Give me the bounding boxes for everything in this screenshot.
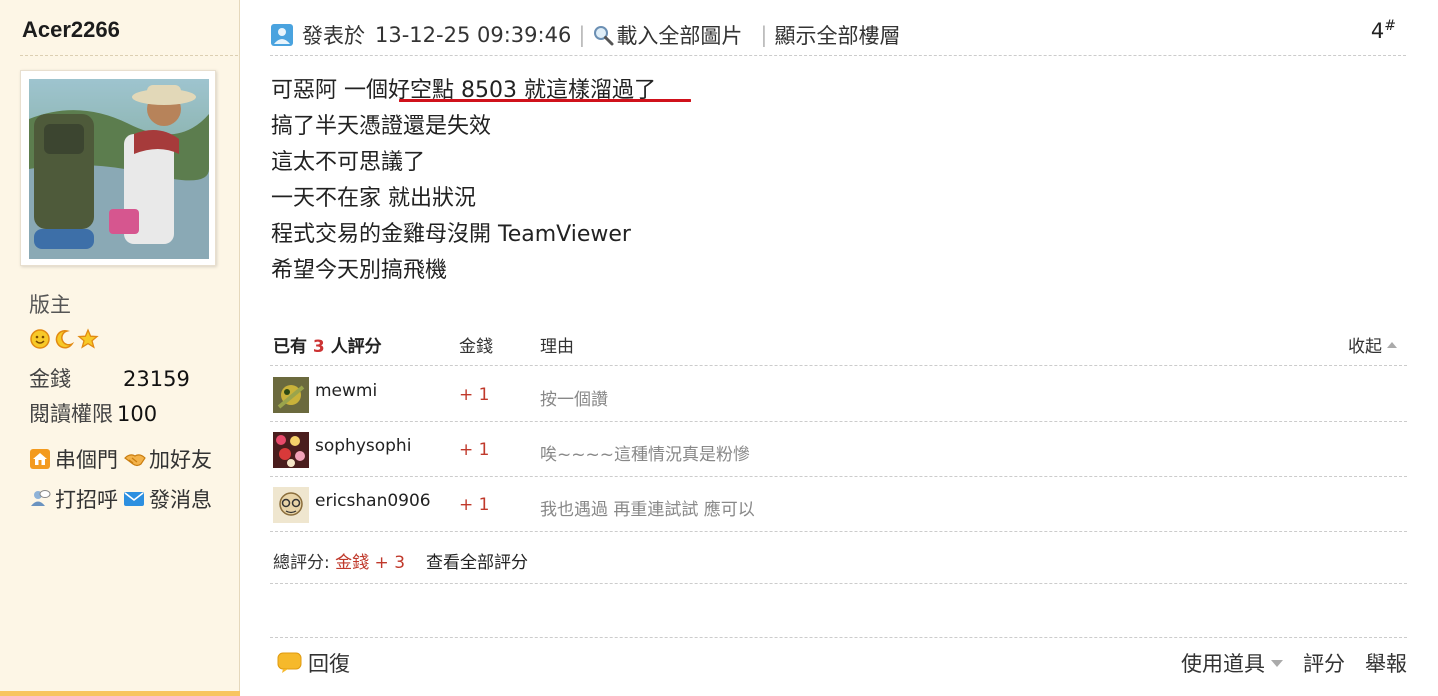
rating-count: 3 xyxy=(312,337,325,357)
posted-label: 發表於 xyxy=(302,24,365,48)
divider xyxy=(20,55,238,56)
post-header: 發表於 13-12-25 09:39:46 | 載入全部圖片 | 顯示全部樓層 xyxy=(270,16,1406,54)
money-label: 金錢 xyxy=(29,367,71,391)
floor-value: 4 xyxy=(1370,19,1385,43)
online-user-icon xyxy=(271,24,293,46)
load-all-images-link[interactable]: 載入全部圖片 xyxy=(592,20,742,50)
total-rating: 總評分: 金錢 + 3 xyxy=(273,548,405,573)
rating-total: 總評分: 金錢 + 3 查看全部評分 xyxy=(270,531,1407,584)
caret-up-icon xyxy=(1387,341,1397,348)
reply-label: 回復 xyxy=(308,652,350,676)
read-permission-stat: 閱讀權限 100 xyxy=(29,398,157,428)
post-line: 這太不可思議了 xyxy=(271,150,426,175)
author-rank: 版主 xyxy=(29,293,71,317)
total-label: 總評分: xyxy=(273,553,330,573)
collapse-label: 收起 xyxy=(1348,337,1382,357)
speech-bubble-icon xyxy=(277,652,302,673)
total-money-label: 金錢 xyxy=(335,553,370,573)
header-separator: | xyxy=(578,23,586,47)
post-line: 可惡阿 一個好空點 8503 就這樣溜過了 xyxy=(271,78,656,103)
report-button[interactable]: 舉報 xyxy=(1365,648,1407,678)
add-friend-label: 加好友 xyxy=(149,448,212,472)
col-money-header: 金錢 xyxy=(459,337,493,357)
read-permission-label: 閱讀權限 xyxy=(29,402,113,426)
rating-reason: 唉~~~~這種情況真是粉慘 xyxy=(540,445,750,465)
envelope-icon xyxy=(123,488,145,510)
floor-number[interactable]: 4# xyxy=(1371,18,1396,43)
rating-points: + 1 xyxy=(459,385,490,405)
reply-button[interactable]: 回復 xyxy=(277,648,350,678)
rating-count-label: 已有 3 人評分 xyxy=(273,337,382,357)
read-permission-value: 100 xyxy=(117,402,158,426)
greet-button[interactable]: 打招呼 xyxy=(29,484,118,514)
floor-mark: # xyxy=(1384,18,1396,34)
money-value: 23159 xyxy=(123,367,190,391)
report-label: 舉報 xyxy=(1365,652,1407,676)
rating-row: sophysophi + 1 唉~~~~這種情況真是粉慘 xyxy=(270,422,1407,477)
divider xyxy=(270,637,1407,638)
rating-points: + 1 xyxy=(459,440,490,460)
home-icon xyxy=(29,448,51,470)
rating-points: + 1 xyxy=(459,495,490,515)
rater-name[interactable]: ericshan0906 xyxy=(315,491,431,511)
avatar-photo xyxy=(29,79,209,259)
use-item-dropdown[interactable]: 使用道具 xyxy=(1181,648,1283,678)
smile-icon xyxy=(29,328,51,350)
send-message-button[interactable]: 發消息 xyxy=(123,484,212,514)
forum-post: Acer2266 版主 金錢 23159 閱讀權限 100 串個門 加好友 打招… xyxy=(0,0,1438,696)
header-separator: | xyxy=(760,23,768,47)
rating-row: mewmi + 1 按一個讚 xyxy=(270,367,1407,422)
greet-label: 打招呼 xyxy=(55,488,118,512)
red-underline-annotation xyxy=(399,99,691,102)
rater-name[interactable]: sophysophi xyxy=(315,436,411,456)
post-content: 可惡阿 一個好空點 8503 就這樣溜過了 搞了半天憑證還是失效 這太不可思議了… xyxy=(271,73,656,289)
handshake-icon xyxy=(123,448,146,470)
col-reason-header: 理由 xyxy=(540,337,574,357)
posted-time: 13-12-25 09:39:46 xyxy=(375,23,572,47)
rater-avatar[interactable] xyxy=(273,377,309,413)
rating-row: ericshan0906 + 1 我也遇過 再重連試試 應可以 xyxy=(270,477,1407,532)
money-stat: 金錢 23159 xyxy=(29,363,190,393)
rater-avatar[interactable] xyxy=(273,487,309,523)
load-all-images-label: 載入全部圖片 xyxy=(616,24,743,48)
use-item-label: 使用道具 xyxy=(1181,652,1265,676)
rate-button[interactable]: 評分 xyxy=(1303,648,1345,678)
rater-avatar[interactable] xyxy=(273,432,309,468)
post-line: 一天不在家 就出狀況 xyxy=(271,186,476,211)
rating-reason: 我也遇過 再重連試試 應可以 xyxy=(540,500,755,520)
rank-icons xyxy=(29,328,99,350)
author-sidebar: Acer2266 版主 金錢 23159 閱讀權限 100 串個門 加好友 打招… xyxy=(0,0,240,696)
people-chat-icon xyxy=(29,488,51,510)
visit-label: 串個門 xyxy=(55,448,118,472)
collapse-ratings-button[interactable]: 收起 xyxy=(1348,332,1397,357)
author-avatar[interactable] xyxy=(20,70,216,266)
magnifier-icon xyxy=(594,26,614,46)
post-line: 希望今天別搞飛機 xyxy=(271,258,448,283)
moon-icon xyxy=(53,328,75,350)
post-line: 程式交易的金雞母沒開 TeamViewer xyxy=(271,222,631,247)
visit-button[interactable]: 串個門 xyxy=(29,444,118,474)
add-friend-button[interactable]: 加好友 xyxy=(123,444,212,474)
star-icon xyxy=(77,328,99,350)
author-username[interactable]: Acer2266 xyxy=(22,17,120,43)
rate-label: 評分 xyxy=(1303,652,1345,676)
rating-reason: 按一個讚 xyxy=(540,390,608,410)
rater-name[interactable]: mewmi xyxy=(315,381,377,401)
post-actions: 使用道具 評分 舉報 xyxy=(1181,648,1407,678)
show-all-floors-link[interactable]: 顯示全部樓層 xyxy=(774,20,900,50)
total-money-value: + 3 xyxy=(374,553,406,573)
post-line: 搞了半天憑證還是失效 xyxy=(271,114,492,139)
rating-header: 已有 3 人評分 金錢 理由 收起 xyxy=(270,326,1407,366)
send-message-label: 發消息 xyxy=(149,488,212,512)
caret-down-icon xyxy=(1271,659,1283,667)
divider xyxy=(270,55,1406,56)
sidebar-bottom-bar xyxy=(0,691,240,696)
view-all-ratings-link[interactable]: 查看全部評分 xyxy=(426,548,528,573)
